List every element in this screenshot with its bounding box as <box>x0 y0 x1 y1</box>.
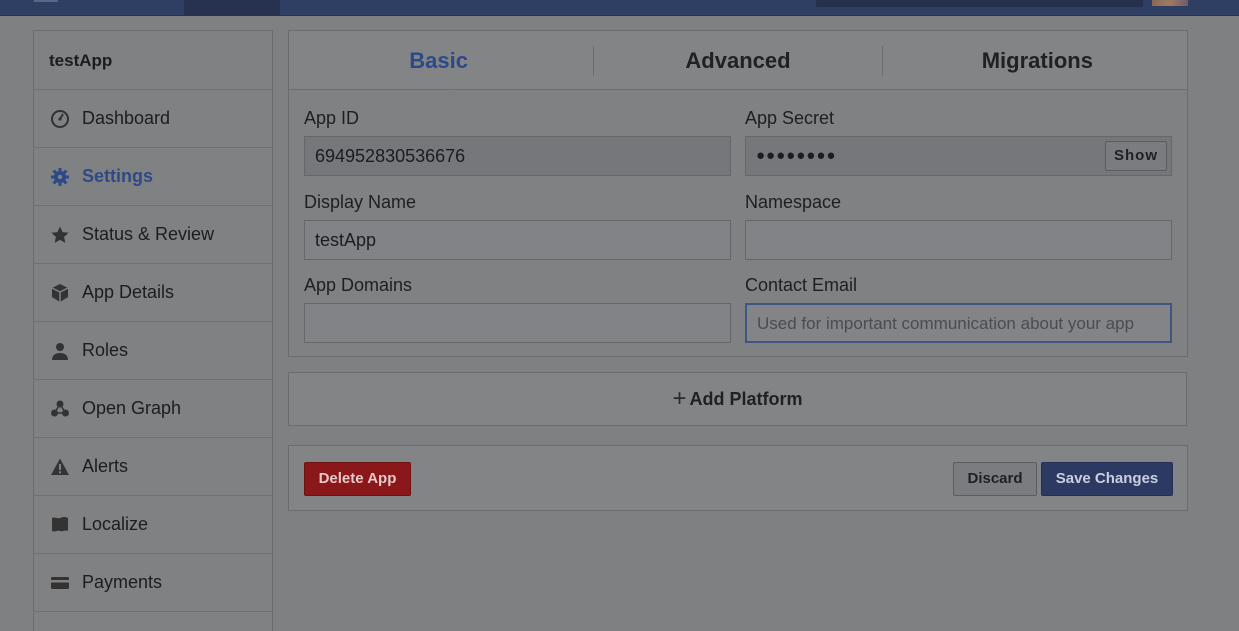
search-input[interactable] <box>816 0 1143 7</box>
gear-icon <box>50 167 70 187</box>
sidebar-item-app-details[interactable]: App Details <box>34 264 272 322</box>
active-tab-indicator <box>445 89 461 96</box>
sidebar-item-label: Payments <box>82 572 163 592</box>
namespace-label: Namespace <box>745 192 842 212</box>
sidebar-item-label: App Details <box>82 282 175 302</box>
sidebar-item-label: Status & Review <box>82 224 215 244</box>
app-domains-field[interactable] <box>304 303 731 343</box>
flag-icon <box>50 515 70 535</box>
sidebar-item-dashboard[interactable]: Dashboard <box>34 90 272 148</box>
tab-migrations[interactable]: Migrations <box>888 31 1187 89</box>
add-platform-button[interactable]: + Add Platform <box>288 372 1187 426</box>
sidebar: testApp Dashboard Settings Status & Revi… <box>33 30 273 631</box>
sidebar-item-label: Roles <box>82 340 129 360</box>
dashboard-icon <box>50 109 70 129</box>
sidebar-item-localize[interactable]: Localize <box>34 496 272 554</box>
warning-icon <box>50 457 70 477</box>
sidebar-item-settings[interactable]: Settings <box>34 148 272 206</box>
app-domains-label: App Domains <box>304 275 413 295</box>
discard-button[interactable]: Discard <box>953 462 1037 496</box>
delete-app-button[interactable]: Delete App <box>304 462 411 496</box>
contact-email-field[interactable]: Used for important communication about y… <box>745 303 1172 343</box>
sidebar-item-label: Open Graph <box>82 398 182 418</box>
add-platform-label: Add Platform <box>689 388 803 409</box>
sidebar-item-alerts[interactable]: Alerts <box>34 438 272 496</box>
contact-email-label: Contact Email <box>745 275 858 295</box>
namespace-field[interactable] <box>745 220 1172 260</box>
nav-tab[interactable] <box>184 0 280 15</box>
sidebar-item-label: Dashboard <box>82 108 171 128</box>
tab-divider <box>882 46 883 76</box>
cube-icon <box>50 283 70 303</box>
app-secret-field[interactable]: ●●●●●●●● Show <box>745 136 1172 176</box>
sidebar-item-open-graph[interactable]: Open Graph <box>34 380 272 438</box>
sidebar-item-roles[interactable]: Roles <box>34 322 272 380</box>
app-name: testApp <box>34 31 272 90</box>
tab-basic[interactable]: Basic <box>289 31 588 89</box>
app-secret-value: ●●●●●●●● <box>756 147 837 164</box>
action-footer: Delete App Discard Save Changes <box>288 445 1188 511</box>
person-icon <box>50 341 70 361</box>
sidebar-item-label: Localize <box>82 514 149 534</box>
top-navigation-bar <box>0 0 1239 16</box>
graph-icon <box>50 399 70 419</box>
display-name-field[interactable]: testApp <box>304 220 731 260</box>
sidebar-item-label: Settings <box>82 166 154 186</box>
tab-advanced[interactable]: Advanced <box>588 31 887 89</box>
app-secret-label: App Secret <box>745 108 835 128</box>
app-id-field[interactable]: 694952830536676 <box>304 136 731 176</box>
sidebar-item-payments[interactable]: Payments <box>34 554 272 612</box>
app-id-label: App ID <box>304 108 360 128</box>
settings-panel: Basic Advanced Migrations App ID 6949528… <box>288 30 1188 357</box>
logo[interactable] <box>34 0 58 2</box>
card-icon <box>50 573 70 593</box>
save-changes-button[interactable]: Save Changes <box>1041 462 1173 496</box>
sidebar-item-status-review[interactable]: Status & Review <box>34 206 272 264</box>
star-icon <box>50 225 70 245</box>
show-secret-button[interactable]: Show <box>1105 141 1167 171</box>
sidebar-item-label: Alerts <box>82 456 129 476</box>
tab-bar: Basic Advanced Migrations <box>289 31 1187 96</box>
plus-icon: + <box>672 385 687 412</box>
tab-divider <box>593 46 594 76</box>
display-name-label: Display Name <box>304 192 417 212</box>
avatar[interactable] <box>1152 0 1188 6</box>
